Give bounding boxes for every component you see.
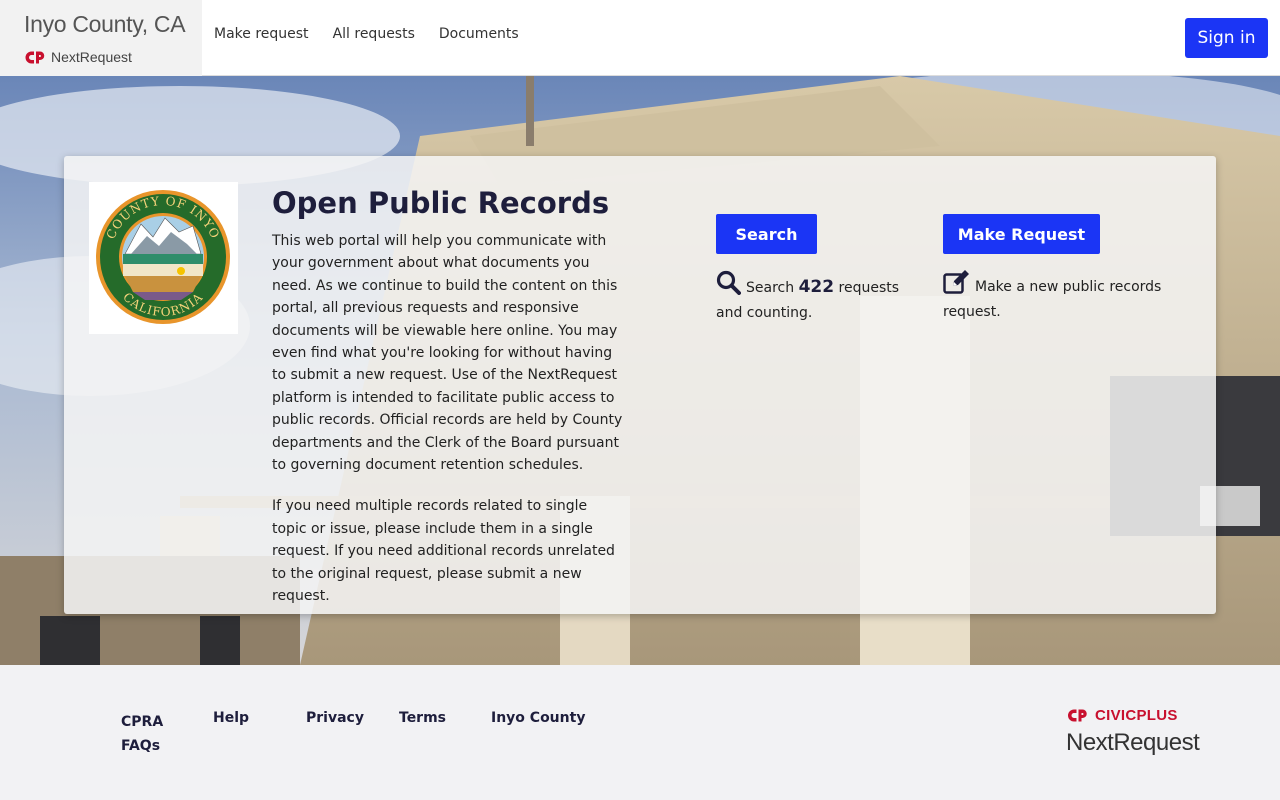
request-count: 422 (798, 277, 835, 297)
search-icon (716, 270, 741, 302)
county-seal-image: COUNTY OF INYO CALIFORNIA (89, 182, 238, 334)
make-request-button[interactable]: Make Request (943, 214, 1100, 254)
county-seal-icon: COUNTY OF INYO CALIFORNIA (96, 190, 230, 324)
footer-link-privacy[interactable]: Privacy (306, 710, 364, 726)
footer-link-inyo-county[interactable]: Inyo County (491, 710, 585, 726)
footer: CPRA FAQs Help Privacy Terms Inyo County… (0, 665, 1280, 800)
footer-link-help[interactable]: Help (213, 710, 249, 726)
sign-in-button[interactable]: Sign in (1185, 18, 1268, 58)
intro-card: COUNTY OF INYO CALIFORNIA Open Public Re… (64, 156, 1216, 614)
civicplus-text: CIVICPLUS (1095, 707, 1178, 724)
footer-link-cpra-faqs[interactable]: CPRA FAQs (121, 710, 171, 758)
nav-make-request[interactable]: Make request (214, 26, 309, 42)
nav-all-requests[interactable]: All requests (333, 26, 415, 42)
nextrequest-wordmark: NextRequest (1066, 729, 1200, 756)
footer-link-terms[interactable]: Terms (399, 710, 446, 726)
intro-description: This web portal will help you communicat… (272, 230, 624, 608)
search-summary: Search 422 requests and counting. (716, 270, 906, 324)
intro-paragraph-1: This web portal will help you communicat… (272, 233, 623, 474)
hero-section: COUNTY OF INYO CALIFORNIA Open Public Re… (0, 76, 1280, 665)
top-navbar: Inyo County, CA NextRequest Make request… (0, 0, 1280, 76)
platform-name: NextRequest (51, 49, 132, 65)
main-nav: Make request All requests Documents (214, 26, 519, 42)
page-title: Open Public Records (272, 186, 610, 220)
make-request-summary: Make a new public records request. (943, 270, 1163, 323)
nav-documents[interactable]: Documents (439, 26, 519, 42)
make-request-text: Make a new public records request. (943, 279, 1162, 320)
nextrequest-logo-icon (25, 51, 45, 63)
edit-icon (943, 270, 970, 301)
civicplus-logo: CIVICPLUS (1067, 707, 1178, 724)
agency-name[interactable]: Inyo County, CA (24, 11, 186, 38)
intro-paragraph-2: If you need multiple records related to … (272, 498, 615, 605)
brand-block[interactable]: Inyo County, CA NextRequest (0, 0, 202, 76)
search-button[interactable]: Search (716, 214, 817, 254)
search-summary-prefix: Search (746, 280, 795, 296)
civicplus-icon (1068, 709, 1087, 722)
platform-brand: NextRequest (25, 49, 132, 65)
